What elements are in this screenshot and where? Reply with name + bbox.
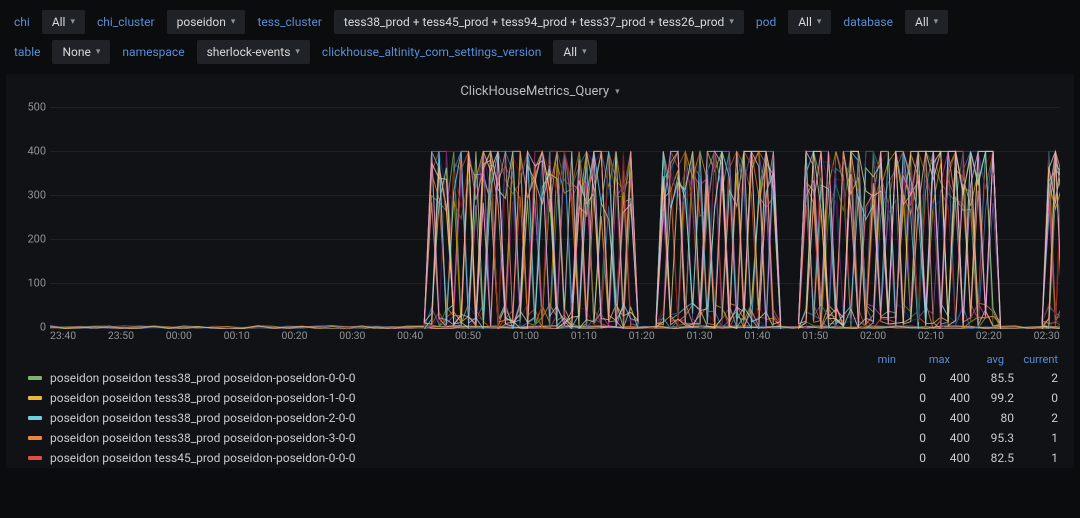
legend-col-max[interactable]: max bbox=[906, 353, 950, 366]
legend-value-current: 2 bbox=[1014, 411, 1058, 425]
legend-value-min: 0 bbox=[882, 451, 926, 465]
legend-row[interactable]: poseidon poseidon tess38_prod poseidon-p… bbox=[24, 408, 1062, 428]
legend-value-current: 0 bbox=[1014, 391, 1058, 405]
filter-label-clickhouse-settings-version: clickhouse_altinity_com_settings_version bbox=[316, 41, 547, 63]
legend-value-avg: 80 bbox=[970, 411, 1014, 425]
x-tick-label: 02:20 bbox=[976, 329, 1002, 345]
x-tick-label: 01:40 bbox=[744, 329, 770, 345]
chart-lines bbox=[50, 107, 1060, 329]
legend-row[interactable]: poseidon poseidon tess38_prod poseidon-p… bbox=[24, 428, 1062, 448]
legend-row[interactable]: poseidon poseidon tess38_prod poseidon-p… bbox=[24, 368, 1062, 388]
legend-swatch bbox=[28, 456, 42, 460]
filter-label-chi-cluster: chi_cluster bbox=[91, 11, 161, 33]
legend-value-min: 0 bbox=[882, 411, 926, 425]
chevron-down-icon: ▾ bbox=[729, 17, 734, 27]
legend-value-current: 1 bbox=[1014, 451, 1058, 465]
x-tick-label: 00:40 bbox=[397, 329, 423, 345]
filter-select-pod[interactable]: All▾ bbox=[788, 10, 831, 34]
legend-series-name[interactable]: poseidon poseidon tess38_prod poseidon-p… bbox=[50, 431, 882, 445]
x-tick-label: 02:00 bbox=[860, 329, 886, 345]
filter-label-database: database bbox=[837, 11, 899, 33]
y-tick-label: 500 bbox=[16, 101, 46, 114]
filter-bar-row1: chi All▾ chi_cluster poseidon▾ tess_clus… bbox=[0, 0, 1080, 44]
x-tick-label: 00:50 bbox=[455, 329, 481, 345]
chevron-down-icon: ▾ bbox=[582, 47, 587, 57]
x-tick-label: 00:00 bbox=[166, 329, 192, 345]
filter-select-database[interactable]: All▾ bbox=[905, 10, 948, 34]
filter-label-tess-cluster: tess_cluster bbox=[251, 11, 327, 33]
filter-label-namespace: namespace bbox=[116, 41, 190, 63]
legend-col-min[interactable]: min bbox=[852, 353, 896, 366]
chevron-down-icon: ▾ bbox=[817, 17, 822, 27]
legend-col-avg[interactable]: avg bbox=[960, 353, 1004, 366]
legend-value-max: 400 bbox=[926, 411, 970, 425]
filter-label-pod: pod bbox=[750, 11, 782, 33]
legend-row[interactable]: poseidon poseidon tess38_prod poseidon-p… bbox=[24, 388, 1062, 408]
filter-select-chi[interactable]: All▾ bbox=[42, 10, 85, 34]
x-tick-label: 02:10 bbox=[918, 329, 944, 345]
legend-value-min: 0 bbox=[882, 431, 926, 445]
legend-series-name[interactable]: poseidon poseidon tess38_prod poseidon-p… bbox=[50, 391, 882, 405]
x-tick-label: 01:20 bbox=[629, 329, 655, 345]
legend-value-avg: 99.2 bbox=[970, 391, 1014, 405]
legend-value-current: 1 bbox=[1014, 431, 1058, 445]
legend-value-avg: 85.5 bbox=[970, 371, 1014, 385]
chevron-down-icon: ▾ bbox=[295, 47, 300, 57]
filter-select-table[interactable]: None▾ bbox=[52, 40, 110, 64]
chevron-down-icon: ▾ bbox=[70, 17, 75, 27]
x-tick-label: 00:10 bbox=[224, 329, 250, 345]
filter-select-clickhouse-settings-version[interactable]: All▾ bbox=[553, 40, 596, 64]
filter-bar-row2: table None▾ namespace sherlock-events▾ c… bbox=[0, 40, 1080, 74]
chart-x-axis: 23:40 23:50 00:00 00:10 00:20 00:30 00:40 00:50… bbox=[50, 329, 1060, 345]
chevron-down-icon: ▾ bbox=[231, 17, 236, 27]
legend-swatch bbox=[28, 436, 42, 440]
panel-title[interactable]: ClickHouseMetrics_Query ▾ bbox=[6, 80, 1074, 107]
legend-swatch bbox=[28, 416, 42, 420]
legend-value-min: 0 bbox=[882, 391, 926, 405]
legend-swatch bbox=[28, 396, 42, 400]
chart-panel: ClickHouseMetrics_Query ▾ 01002003004005… bbox=[6, 74, 1074, 468]
x-tick-label: 01:00 bbox=[513, 329, 539, 345]
legend-value-max: 400 bbox=[926, 391, 970, 405]
legend-value-max: 400 bbox=[926, 451, 970, 465]
legend-series-name[interactable]: poseidon poseidon tess38_prod poseidon-p… bbox=[50, 411, 882, 425]
legend-value-max: 400 bbox=[926, 371, 970, 385]
filter-select-chi-cluster[interactable]: poseidon▾ bbox=[167, 10, 246, 34]
filter-select-tess-cluster[interactable]: tess38_prod + tess45_prod + tess94_prod … bbox=[334, 10, 744, 34]
x-tick-label: 23:50 bbox=[108, 329, 134, 345]
x-tick-label: 00:20 bbox=[281, 329, 307, 345]
x-tick-label: 00:30 bbox=[339, 329, 365, 345]
x-tick-label: 01:10 bbox=[571, 329, 597, 345]
chevron-down-icon: ▾ bbox=[615, 87, 620, 97]
legend-value-avg: 82.5 bbox=[970, 451, 1014, 465]
chevron-down-icon: ▾ bbox=[96, 47, 101, 57]
legend-header: min max avg current bbox=[24, 351, 1062, 368]
legend-value-current: 2 bbox=[1014, 371, 1058, 385]
x-tick-label: 02:30 bbox=[1034, 329, 1060, 345]
filter-label-table: table bbox=[8, 41, 46, 63]
legend-series-name[interactable]: poseidon poseidon tess38_prod poseidon-p… bbox=[50, 371, 882, 385]
legend-value-min: 0 bbox=[882, 371, 926, 385]
legend-swatch bbox=[28, 376, 42, 380]
legend-value-avg: 95.3 bbox=[970, 431, 1014, 445]
legend-series-name[interactable]: poseidon poseidon tess45_prod poseidon-p… bbox=[50, 451, 882, 465]
legend-value-max: 400 bbox=[926, 431, 970, 445]
x-tick-label: 01:30 bbox=[686, 329, 712, 345]
chevron-down-icon: ▾ bbox=[934, 17, 939, 27]
y-tick-label: 0 bbox=[16, 321, 46, 334]
y-tick-label: 100 bbox=[16, 277, 46, 290]
legend: min max avg current poseidon poseidon te… bbox=[6, 345, 1074, 468]
legend-row[interactable]: poseidon poseidon tess45_prod poseidon-p… bbox=[24, 448, 1062, 468]
x-tick-label: 01:50 bbox=[802, 329, 828, 345]
y-tick-label: 400 bbox=[16, 145, 46, 158]
filter-select-namespace[interactable]: sherlock-events▾ bbox=[197, 40, 310, 64]
filter-label-chi: chi bbox=[8, 11, 36, 33]
chart-area[interactable]: 0100200300400500 23:4023:5000:0000:1000:… bbox=[16, 107, 1064, 345]
y-tick-label: 200 bbox=[16, 233, 46, 246]
x-tick-label: 23:40 bbox=[50, 329, 76, 345]
y-tick-label: 300 bbox=[16, 189, 46, 202]
legend-col-current[interactable]: current bbox=[1014, 353, 1058, 366]
